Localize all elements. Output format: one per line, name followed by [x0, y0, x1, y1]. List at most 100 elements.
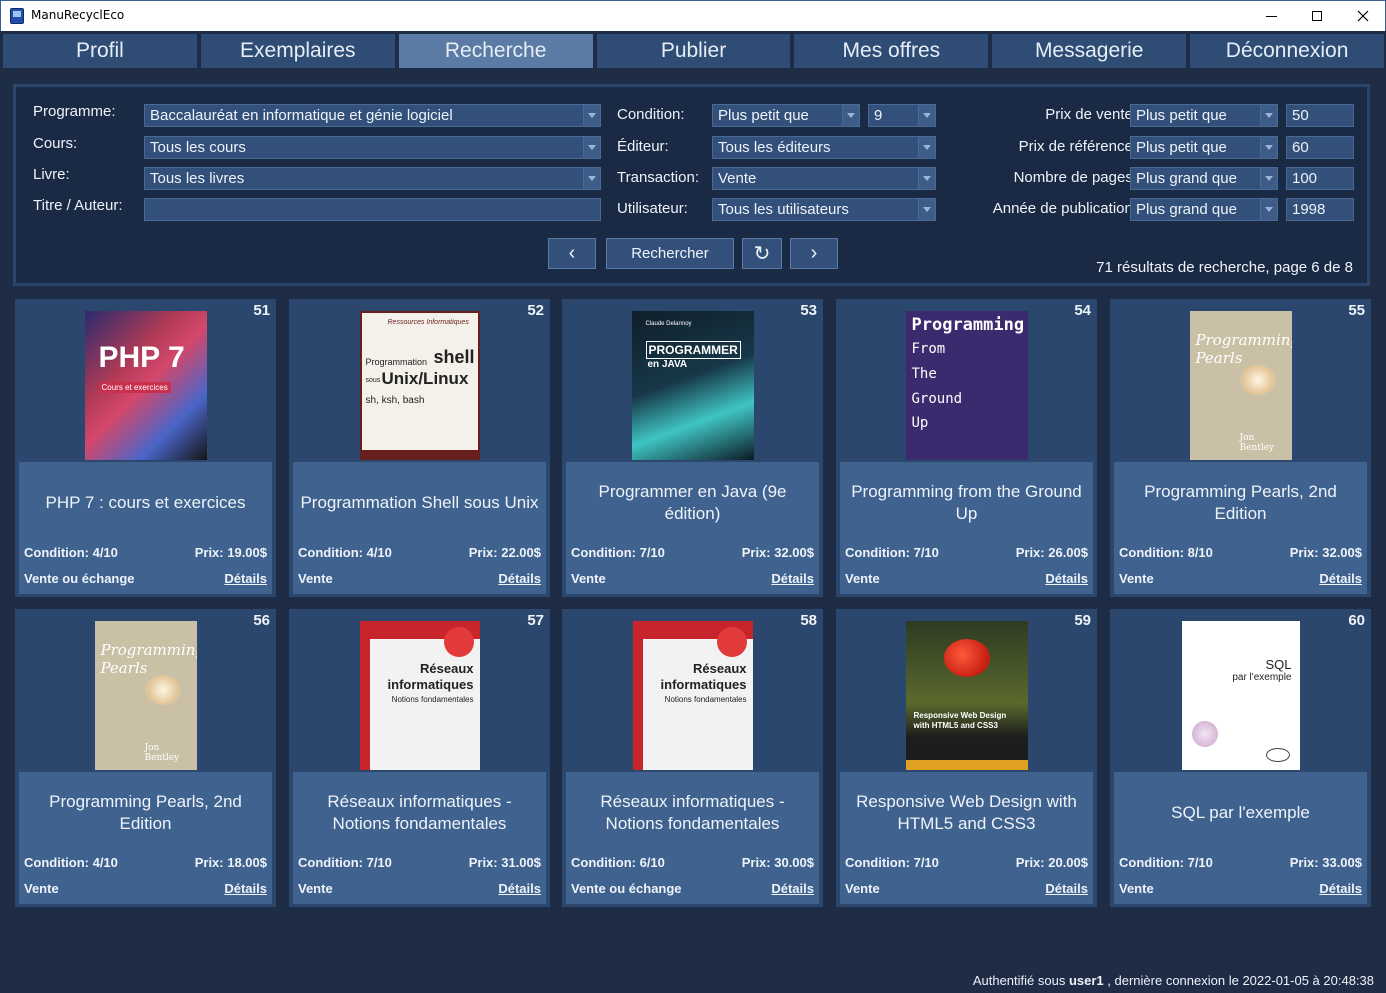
cover-line-3: Notions fondamentales — [664, 695, 747, 704]
card-number: 59 — [1074, 612, 1091, 629]
cover-line-2: en JAVA — [647, 359, 688, 370]
offer-badge — [716, 627, 747, 657]
book-card-51[interactable]: 51 PHP 7 Cours et exercices PHP 7 : cour… — [15, 299, 276, 597]
details-link[interactable]: Détails — [224, 881, 267, 896]
pearl-image — [144, 675, 181, 705]
programme-select[interactable]: Baccalauréat en informatique et génie lo… — [144, 104, 601, 127]
book-card-54[interactable]: 54 Programming From The Ground Up Progra… — [836, 299, 1097, 597]
book-card-57[interactable]: 57 Réseaux informatiques Notions fondame… — [289, 609, 550, 907]
transaction-select[interactable]: Vente — [712, 167, 936, 190]
cover-band — [905, 760, 1028, 770]
book-card-53[interactable]: 53 Claude Delannoy PROGRAMMER en JAVA Pr… — [562, 299, 823, 597]
close-icon — [1357, 10, 1369, 22]
close-button[interactable] — [1340, 1, 1386, 31]
card-number: 58 — [800, 612, 817, 629]
orchid-image — [1191, 721, 1218, 747]
nombre-pages-operator-select[interactable]: Plus grand que — [1130, 167, 1278, 190]
book-card-55[interactable]: 55 Programming Pearls Jon Bentley Progra… — [1110, 299, 1371, 597]
main-nav: Profil Exemplaires Recherche Publier Mes… — [3, 34, 1385, 68]
book-cover-image: Programming Pearls Jon Bentley — [1189, 311, 1292, 460]
previous-page-button[interactable]: ‹ — [548, 238, 596, 269]
prix-vente-input[interactable]: 50 — [1286, 104, 1354, 127]
book-cover-image: SQL par l'exemple — [1181, 621, 1300, 770]
search-button[interactable]: Rechercher — [606, 238, 734, 269]
book-card-59[interactable]: 59 Responsive Web Design with HTML5 and … — [836, 609, 1097, 907]
cover-line-1: Programming — [1195, 331, 1292, 349]
reset-button[interactable]: ↻ — [742, 238, 782, 269]
book-price: Prix: 32.00$ — [1289, 545, 1362, 560]
ladybug-image — [943, 639, 990, 677]
book-card-60[interactable]: 60 SQL par l'exemple SQL par l'exemple C… — [1110, 609, 1371, 907]
cover-author: Jon Bentley — [1239, 433, 1275, 453]
livre-select[interactable]: Tous les livres — [144, 167, 601, 190]
details-link[interactable]: Détails — [771, 881, 814, 896]
book-condition: Condition: 6/10 — [571, 855, 665, 870]
cours-select[interactable]: Tous les cours — [144, 136, 601, 159]
tab-recherche[interactable]: Recherche — [398, 34, 593, 68]
annee-publication-operator-select[interactable]: Plus grand que — [1130, 198, 1278, 221]
details-link[interactable]: Détails — [1045, 881, 1088, 896]
book-title: Programming Pearls, 2nd Edition — [1144, 482, 1337, 523]
book-card-56[interactable]: 56 Programming Pearls Jon Bentley Progra… — [15, 609, 276, 907]
utilisateur-label: Utilisateur: — [617, 200, 688, 217]
livre-label: Livre: — [33, 166, 70, 183]
editeur-select[interactable]: Tous les éditeurs — [712, 136, 936, 159]
app-icon — [10, 8, 24, 24]
details-link[interactable]: Détails — [1319, 571, 1362, 586]
cover-line-1: Réseaux — [693, 661, 747, 676]
prix-vente-label: Prix de vente: — [1045, 106, 1137, 123]
card-number: 56 — [253, 612, 270, 629]
nombre-pages-input[interactable]: 100 — [1286, 167, 1354, 190]
cover-line-5: Up — [911, 415, 929, 431]
book-card-52[interactable]: 52 Ressources Informatiques Programmatio… — [289, 299, 550, 597]
tab-profil[interactable]: Profil — [3, 34, 197, 68]
book-price: Prix: 20.00$ — [1015, 855, 1088, 870]
details-link[interactable]: Détails — [498, 571, 541, 586]
maximize-button[interactable] — [1294, 1, 1340, 31]
cover-subtitle: Cours et exercices — [98, 382, 171, 393]
details-link[interactable]: Détails — [1045, 571, 1088, 586]
chevron-down-icon — [583, 105, 600, 126]
tab-deconnexion[interactable]: Déconnexion — [1190, 34, 1385, 68]
tab-exemplaires[interactable]: Exemplaires — [200, 34, 395, 68]
chevron-down-icon — [918, 137, 935, 158]
cover-author: Jon Bentley — [144, 743, 180, 763]
prix-reference-input[interactable]: 60 — [1286, 136, 1354, 159]
book-price: Prix: 22.00$ — [468, 545, 541, 560]
book-title: Responsive Web Design with HTML5 and CSS… — [856, 792, 1077, 833]
book-title: Réseaux informatiques - Notions fondamen… — [327, 792, 512, 833]
tab-messagerie[interactable]: Messagerie — [992, 34, 1187, 68]
details-link[interactable]: Détails — [771, 571, 814, 586]
cover-line-2: Pearls — [1195, 349, 1243, 367]
cover-side-band — [359, 630, 370, 770]
utilisateur-select[interactable]: Tous les utilisateurs — [712, 198, 936, 221]
book-card-58[interactable]: 58 Réseaux informatiques Notions fondame… — [562, 609, 823, 907]
cover-line-1: Programmation — [365, 357, 428, 367]
cover-line-3: Notions fondamentales — [391, 695, 474, 704]
status-user: user1 — [1068, 973, 1104, 988]
cover-title: PHP 7 — [98, 341, 185, 374]
tab-mes-offres[interactable]: Mes offres — [794, 34, 989, 68]
details-link[interactable]: Détails — [1319, 881, 1362, 896]
book-cover-image: Responsive Web Design with HTML5 and CSS… — [905, 621, 1028, 770]
prix-vente-operator-select[interactable]: Plus petit que — [1130, 104, 1278, 127]
nombre-pages-operator-value: Plus grand que — [1136, 170, 1237, 187]
book-price: Prix: 18.00$ — [194, 855, 267, 870]
editeur-value: Tous les éditeurs — [718, 139, 831, 156]
next-page-button[interactable]: › — [790, 238, 838, 269]
condition-value-select[interactable]: 9 — [868, 104, 936, 127]
card-info: SQL par l'exemple Condition: 7/10 Prix: … — [1114, 772, 1367, 904]
prix-reference-operator-select[interactable]: Plus petit que — [1130, 136, 1278, 159]
annee-publication-label: Année de publication: — [992, 200, 1137, 217]
cover-author: Claude Delannoy — [645, 321, 692, 327]
minimize-button[interactable] — [1248, 1, 1294, 31]
annee-publication-input[interactable]: 1998 — [1286, 198, 1354, 221]
cover-band — [361, 450, 478, 458]
details-link[interactable]: Détails — [224, 571, 267, 586]
tab-publier[interactable]: Publier — [596, 34, 791, 68]
card-number: 60 — [1348, 612, 1365, 629]
titre-auteur-input[interactable] — [144, 198, 601, 221]
details-link[interactable]: Détails — [498, 881, 541, 896]
book-cover-image: Réseaux informatiques Notions fondamenta… — [359, 621, 480, 770]
condition-operator-select[interactable]: Plus petit que — [712, 104, 860, 127]
